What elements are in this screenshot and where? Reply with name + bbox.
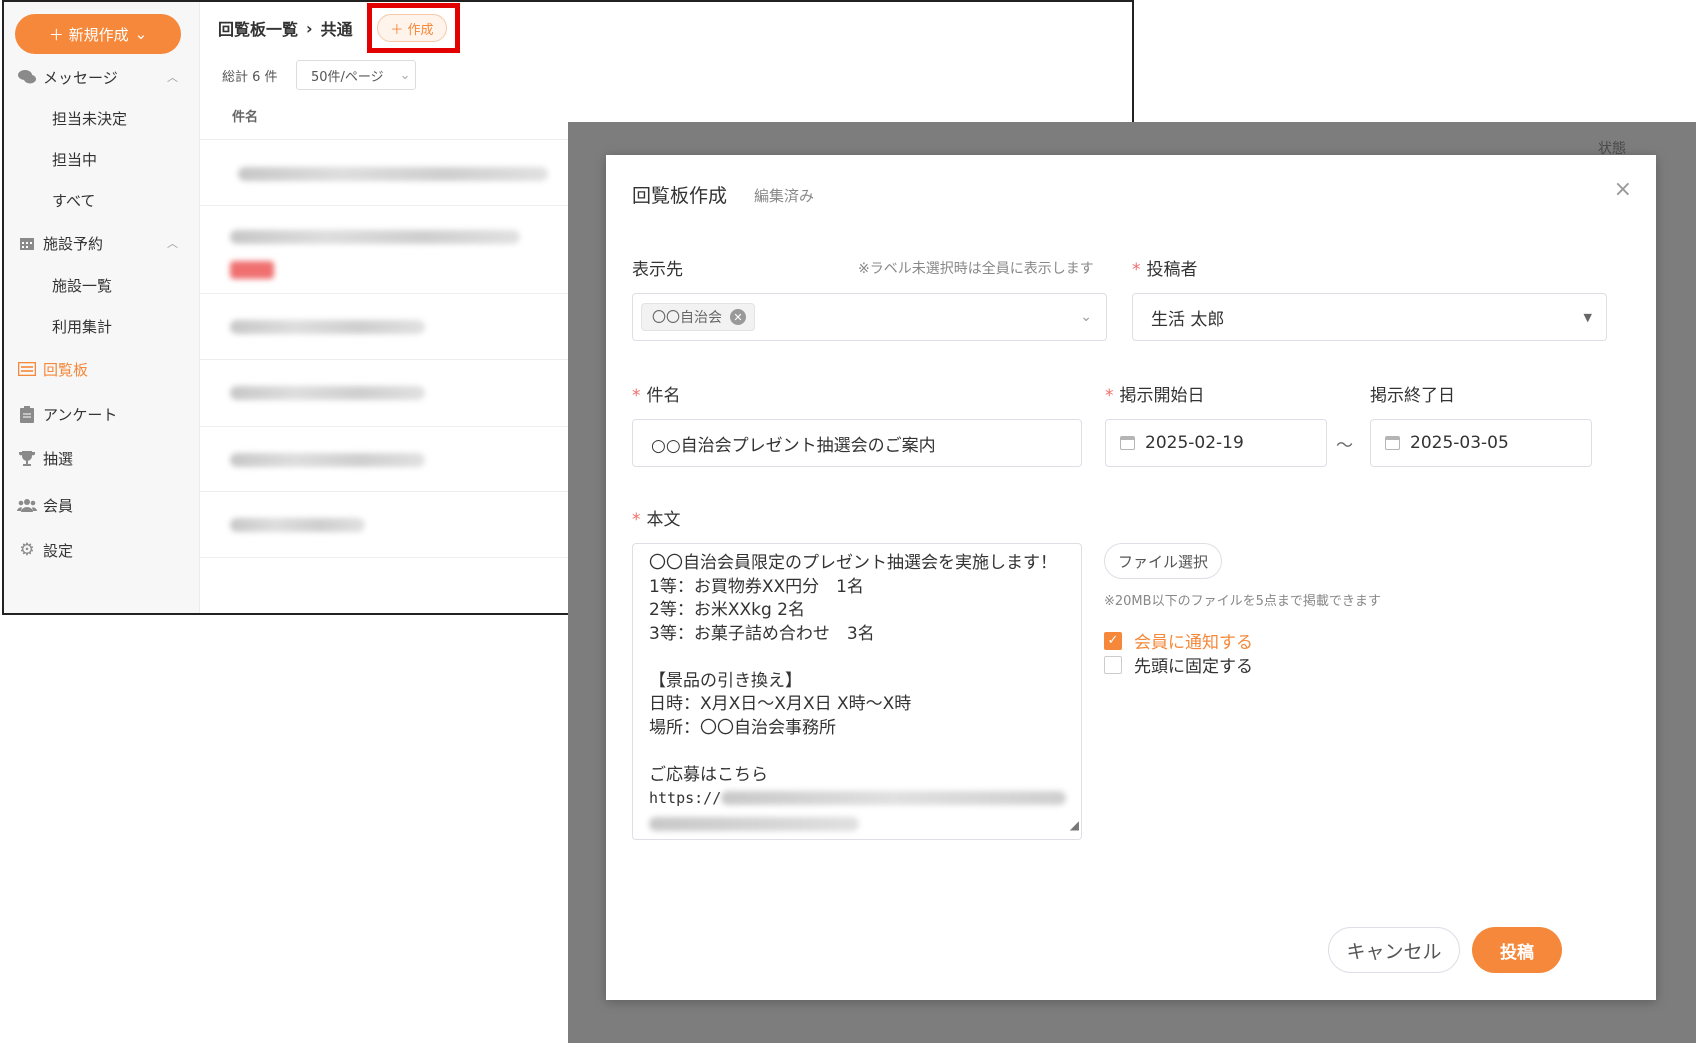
body-line: 1等：お買物券XX円分 1名	[649, 576, 864, 597]
display-to-label: 表示先	[632, 260, 683, 280]
modal-title: 回覧板作成	[632, 185, 728, 207]
caret-down-icon: ▼	[1583, 310, 1592, 324]
subject-input[interactable]: ○○自治会プレゼント抽選会のご案内	[632, 419, 1082, 467]
sidebar-item-lottery[interactable]: 抽選	[4, 443, 200, 473]
sidebar-subitem-facility-list[interactable]: 施設一覧	[52, 275, 112, 296]
body-textarea[interactable]: 〇〇自治会員限定のプレゼント抽選会を実施します！ 1等：お買物券XX円分 1名 …	[632, 543, 1082, 840]
sidebar-subitem-unassigned[interactable]: 担当未決定	[52, 108, 127, 129]
date-range-separator: 〜	[1336, 436, 1353, 456]
end-date-value: 2025-03-05	[1410, 433, 1509, 453]
new-create-label: ＋ 新規作成	[48, 25, 129, 44]
body-url-line: https://	[649, 787, 1067, 811]
end-date-label: 掲示終了日	[1370, 386, 1455, 406]
file-hint: ※20MB以下のファイルを5点まで掲載できます	[1104, 594, 1381, 609]
sidebar-item-label: 施設予約	[43, 234, 104, 253]
list-board-icon	[17, 359, 37, 379]
remove-tag-icon[interactable]: ✕	[730, 309, 746, 325]
poster-select[interactable]: 生活 太郎 ▼	[1132, 293, 1607, 341]
sidebar-item-label: 設定	[43, 541, 74, 560]
poster-value: 生活 太郎	[1151, 309, 1225, 330]
sidebar-item-facility[interactable]: 施設予約 ︿	[4, 228, 200, 258]
sidebar-item-settings[interactable]: ⚙ 設定	[4, 535, 200, 565]
close-icon[interactable]: ×	[1614, 177, 1632, 202]
pin-label: 先頭に固定する	[1134, 657, 1253, 677]
body-line: 3等：お菓子詰め合わせ 3名	[649, 623, 875, 644]
total-count: 総計 6 件	[222, 70, 278, 85]
body-line	[649, 740, 1065, 764]
sidebar-subitem-all[interactable]: すべて	[52, 190, 95, 211]
end-date-input[interactable]: 2025-03-05	[1370, 419, 1592, 467]
display-tag: 〇〇自治会 ✕	[641, 303, 755, 331]
calendar-icon	[17, 233, 37, 253]
resize-handle-icon[interactable]: ◢	[1070, 814, 1079, 838]
display-tag-label: 〇〇自治会	[652, 310, 722, 326]
chevron-down-icon: ⌄	[134, 25, 148, 43]
chevron-down-icon: ⌄	[399, 67, 411, 83]
file-select-button[interactable]: ファイル選択	[1104, 543, 1222, 579]
per-page-value: 50件/ページ	[311, 69, 384, 85]
sidebar-item-members[interactable]: 会員	[4, 490, 200, 520]
chat-bubbles-icon	[17, 67, 37, 87]
blurred-url	[649, 817, 859, 831]
calendar-icon	[1120, 436, 1135, 450]
submit-button[interactable]: 投稿	[1472, 927, 1562, 973]
breadcrumb-current: 共通	[320, 20, 353, 39]
start-date-label: * 掲示開始日	[1105, 386, 1205, 406]
body-label: * 本文	[632, 510, 681, 530]
body-line: 【景品の引き換え】	[649, 670, 802, 691]
trophy-icon	[17, 448, 37, 468]
clipboard-icon	[17, 404, 37, 424]
sidebar-subitem-usage-stats[interactable]: 利用集計	[52, 316, 112, 337]
new-create-button[interactable]: ＋ 新規作成 ⌄	[15, 14, 181, 54]
chevron-up-icon: ︿	[167, 71, 178, 84]
sidebar-item-label: メッセージ	[43, 68, 118, 87]
breadcrumb-separator: ›	[306, 18, 313, 38]
users-icon	[17, 495, 37, 515]
sidebar-item-label: 会員	[43, 496, 74, 515]
start-date-value: 2025-02-19	[1145, 433, 1244, 453]
sidebar-item-circular[interactable]: 回覧板	[4, 354, 200, 384]
sidebar-item-survey[interactable]: アンケート	[4, 399, 200, 429]
body-line: ご応募はこちら	[649, 764, 768, 785]
start-date-input[interactable]: 2025-02-19	[1105, 419, 1327, 467]
breadcrumb: 回覧板一覧 › 共通	[218, 16, 353, 40]
create-circular-modal: 回覧板作成 編集済み × 表示先 ※ラベル未選択時は全員に表示します 〇〇自治会…	[606, 155, 1656, 1000]
display-to-hint: ※ラベル未選択時は全員に表示します	[858, 261, 1094, 277]
body-line: 2等：お米XXkg 2名	[649, 600, 805, 620]
body-line: 日時：X月X日～X月X日 X時～X時	[649, 694, 912, 714]
gear-icon: ⚙	[19, 540, 35, 560]
notify-label: 会員に通知する	[1134, 633, 1253, 653]
sidebar-item-label: 抽選	[43, 449, 74, 468]
column-header-subject: 件名	[232, 110, 259, 125]
sidebar-item-messages[interactable]: メッセージ ︿	[4, 62, 200, 92]
edited-status: 編集済み	[754, 187, 815, 205]
display-to-select[interactable]: 〇〇自治会 ✕ ⌄	[632, 293, 1107, 341]
pin-checkbox-row[interactable]: 先頭に固定する	[1104, 652, 1253, 677]
subject-label: * 件名	[632, 386, 681, 406]
notify-checkbox-row[interactable]: ✓ 会員に通知する	[1104, 628, 1253, 653]
pin-checkbox[interactable]	[1104, 655, 1122, 674]
per-page-select[interactable]: 50件/ページ ⌄	[296, 60, 416, 90]
breadcrumb-root[interactable]: 回覧板一覧	[218, 16, 298, 40]
sidebar-item-label: アンケート	[43, 405, 118, 424]
create-button[interactable]: ＋ 作成	[377, 14, 447, 42]
body-line: 場所：〇〇自治会事務所	[649, 717, 836, 738]
sidebar: ＋ 新規作成 ⌄ メッセージ ︿ 担当未決定 担当中 すべて 施設予約 ︿ 施設…	[4, 2, 200, 613]
cancel-button[interactable]: キャンセル	[1328, 927, 1460, 973]
blurred-url	[721, 791, 1067, 805]
sidebar-item-label: 回覧板	[43, 360, 89, 379]
calendar-icon	[1385, 436, 1400, 450]
chevron-down-icon: ⌄	[1080, 309, 1092, 325]
body-line: 〇〇自治会員限定のプレゼント抽選会を実施します！	[649, 553, 1057, 573]
chevron-up-icon: ︿	[167, 237, 178, 250]
body-line	[649, 646, 1065, 670]
sidebar-subitem-in-charge[interactable]: 担当中	[52, 149, 97, 170]
subject-value: ○○自治会プレゼント抽選会のご案内	[651, 435, 936, 456]
notify-checkbox[interactable]: ✓	[1104, 631, 1122, 650]
poster-label: * 投稿者	[1132, 260, 1198, 280]
